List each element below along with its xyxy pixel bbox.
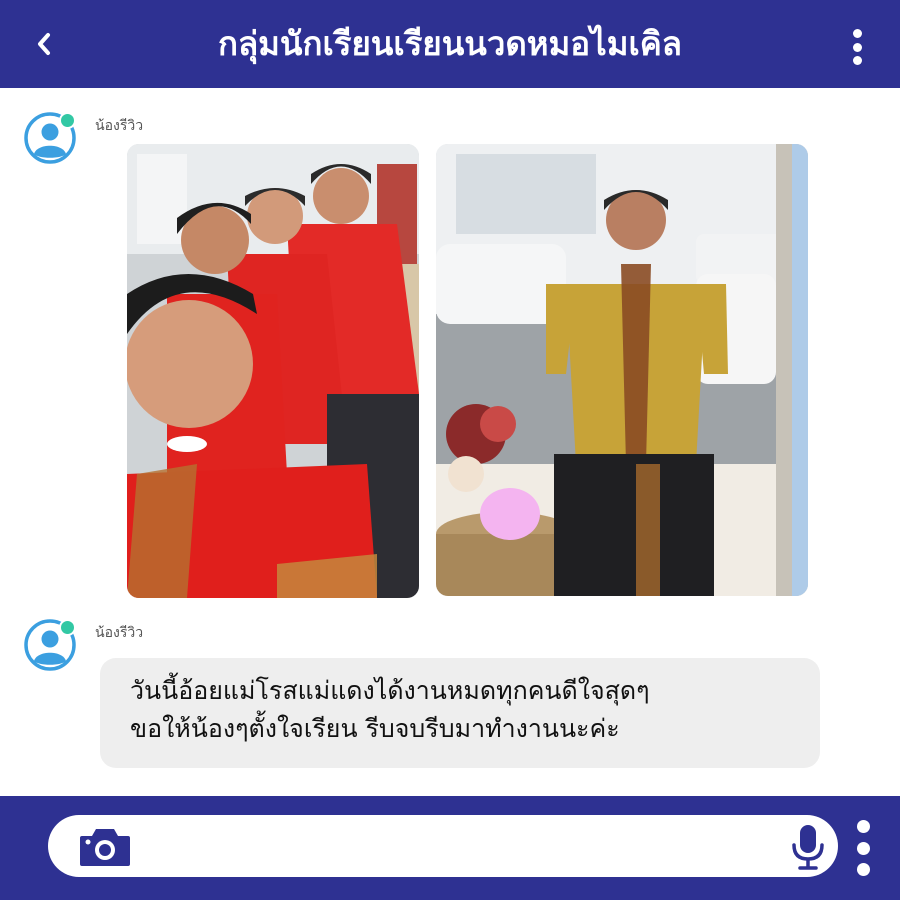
chevron-left-icon	[38, 33, 50, 55]
sender-name: น้องรีวิว	[95, 625, 144, 641]
avatar[interactable]	[23, 111, 77, 165]
message-bubble: วันนี้อ้อยแม่โรสแม่แดงได้งานหมดทุกคนดีใจ…	[100, 658, 820, 768]
composer-bar	[0, 796, 900, 900]
header-menu-button[interactable]	[846, 29, 868, 65]
camera-icon	[80, 829, 130, 866]
online-status-dot	[59, 619, 76, 636]
kebab-menu-icon-dot	[852, 56, 862, 65]
avatar[interactable]	[23, 618, 77, 672]
kebab-menu-icon-dot	[852, 42, 862, 52]
message-line: วันนี้อ้อยแม่โรสแม่แดงได้งานหมดทุกคนดีใจ…	[130, 676, 650, 705]
photo-group-selfie[interactable]	[127, 144, 419, 598]
message-input[interactable]	[148, 827, 712, 867]
kebab-menu-icon-dot	[856, 863, 870, 876]
camera-button[interactable]	[78, 824, 132, 870]
photo-woman-yellow-uniform[interactable]	[436, 144, 808, 596]
message-line: ขอให้น้องๆตั้งใจเรียน รีบจบรีบมาทำงานนะค…	[130, 714, 620, 743]
kebab-menu-icon-dot	[856, 841, 870, 855]
sender-name: น้องรีวิว	[95, 118, 144, 134]
woman-yellow-uniform-image	[436, 144, 808, 596]
back-button[interactable]	[28, 28, 60, 60]
app-header: กลุ่มนักเรียนเรียนนวดหมอไมเคิล	[0, 0, 900, 88]
microphone-icon	[792, 825, 824, 870]
composer-menu-button[interactable]	[852, 820, 874, 876]
online-status-dot	[59, 112, 76, 129]
composer-input-pill	[48, 815, 838, 877]
microphone-button[interactable]	[788, 823, 828, 871]
kebab-menu-icon-dot	[856, 820, 870, 833]
kebab-menu-icon-dot	[852, 29, 862, 38]
group-selfie-image	[127, 144, 419, 598]
chat-title: กลุ่มนักเรียนเรียนนวดหมอไมเคิล	[217, 24, 683, 63]
